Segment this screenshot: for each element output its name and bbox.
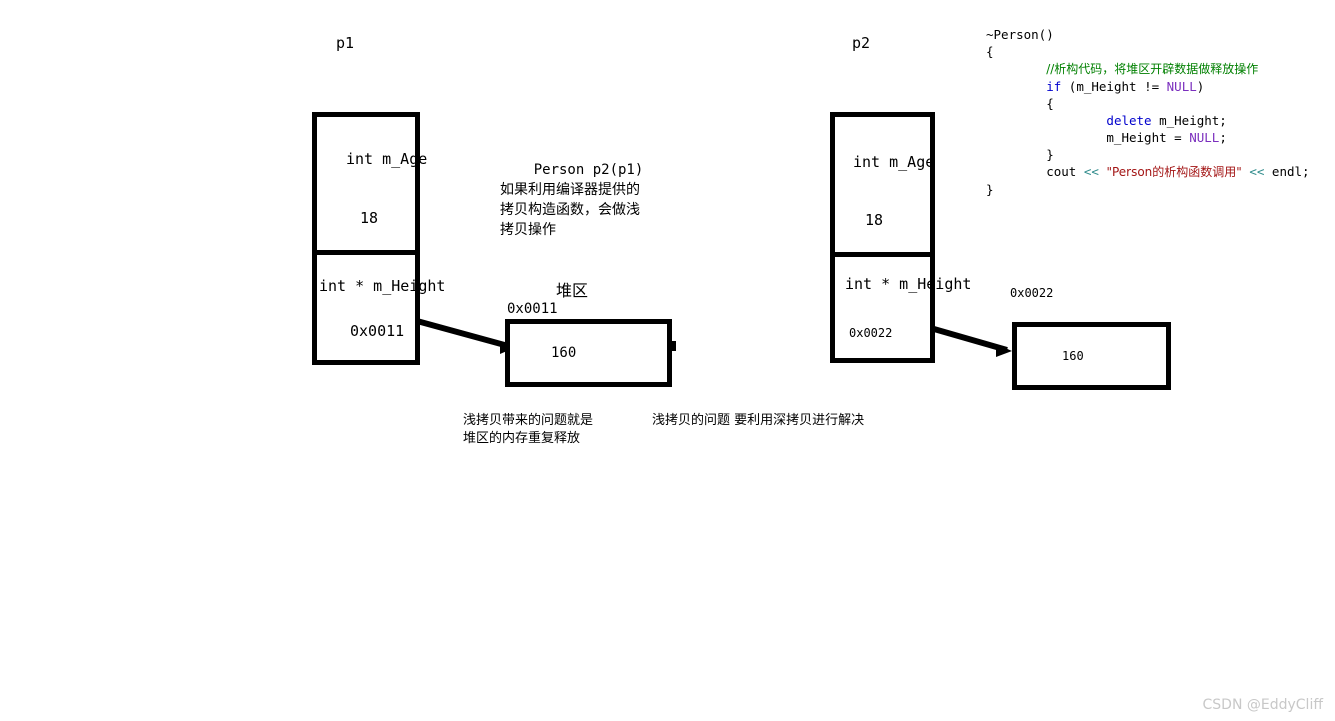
code-token-plain: ): [1196, 79, 1205, 94]
code-token-op: <<: [1083, 164, 1099, 179]
destructor-code-block: ~Person() { //析构代码，将堆区开辟数据做释放操作 if (m_Hei…: [986, 26, 1310, 198]
code-token-plain: m_Height =: [986, 130, 1190, 145]
code-line-7: m_Height = NULL;: [986, 129, 1310, 146]
p1-age-field-value: 18: [360, 209, 379, 227]
code-line-10: }: [986, 181, 1310, 198]
p1-age-field-label: int m_Age: [346, 150, 428, 168]
code-token-null: NULL: [1189, 130, 1220, 145]
csdn-watermark: CSDN @EddyCliff: [1202, 697, 1323, 713]
note-deep-copy-solution: 浅拷贝的问题 要利用深拷贝进行解决: [652, 413, 865, 428]
code-token-plain: cout: [986, 164, 1084, 179]
note-copy-constructor: Person p2(p1) 如果利用编译器提供的 拷贝构造函数，会做浅 拷贝操作: [500, 140, 643, 260]
code-token-plain: }: [986, 147, 1054, 162]
code-token-plain: endl;: [1264, 164, 1310, 179]
object-box-p2: int m_Age 18 int * m_Height 0x0022: [830, 112, 971, 363]
p2-age-field-value: 18: [865, 211, 884, 229]
code-token-keyword: if: [1046, 79, 1062, 94]
note-shallow-copy-problem: 浅拷贝带来的问题就是 堆区的内存重复释放: [463, 413, 594, 446]
object-box-p1-divider: [317, 250, 415, 255]
code-token-plain: (m_Height !=: [1061, 79, 1167, 94]
code-line-5: {: [986, 95, 1310, 112]
heap-area-title: 堆区: [556, 281, 589, 300]
code-line-8: }: [986, 146, 1310, 163]
heap-block-p2: 160: [1012, 322, 1171, 390]
object-box-p2-divider: [835, 252, 930, 257]
code-token-plain: m_Height;: [1151, 113, 1227, 128]
heap-block-p1-address: 0x0011: [507, 301, 558, 317]
code-token-comment: //析构代码，将堆区开辟数据做释放操作: [1046, 62, 1259, 76]
p2-height-field-value: 0x0022: [849, 326, 893, 340]
code-line-3: //析构代码，将堆区开辟数据做释放操作: [986, 60, 1310, 78]
code-token-plain: ~Person(): [986, 27, 1054, 42]
code-token-plain: {: [986, 96, 1054, 111]
code-token-plain: }: [986, 182, 994, 197]
pointer-line-p1-to-heap: [416, 318, 516, 354]
code-line-9: cout << "Person的析构函数调用" << endl;: [986, 163, 1310, 181]
pointer-label-p1: p1: [336, 34, 355, 52]
code-line-6: delete m_Height;: [986, 112, 1310, 129]
pointer-label-p2: p2: [852, 34, 871, 52]
heap-block-p2-value: 160: [1062, 349, 1084, 363]
code-line-1: ~Person(): [986, 26, 1310, 43]
p2-age-field-label: int m_Age: [853, 153, 935, 171]
code-token-keyword: delete: [1106, 113, 1152, 128]
heap-block-p2-address: 0x0022: [1010, 286, 1054, 300]
code-token-plain: ;: [1219, 130, 1227, 145]
diagram-canvas: p1 int m_Age 18 int * m_Height 0x0011 p2…: [0, 0, 1335, 721]
p1-height-field-value: 0x0011: [350, 322, 405, 340]
code-token-op: <<: [1249, 164, 1265, 179]
note-copy-constructor-text: Person p2(p1) 如果利用编译器提供的 拷贝构造函数，会做浅 拷贝操作: [500, 162, 644, 238]
code-token-string: "Person的析构函数调用": [1106, 165, 1242, 179]
code-token-plain: {: [986, 44, 994, 59]
pointer-line-p2-to-heap: [933, 326, 1012, 357]
object-box-p1: int m_Age 18 int * m_Height 0x0011: [312, 112, 445, 365]
heap-block-p1: 160: [505, 319, 672, 387]
code-line-2: {: [986, 43, 1310, 60]
code-token-null: NULL: [1166, 79, 1197, 94]
heap-block-p1-value: 160: [551, 345, 577, 361]
p2-height-field-label: int * m_Height: [845, 275, 972, 293]
code-line-4: if (m_Height != NULL): [986, 78, 1310, 95]
p1-height-field-label: int * m_Height: [319, 277, 446, 295]
